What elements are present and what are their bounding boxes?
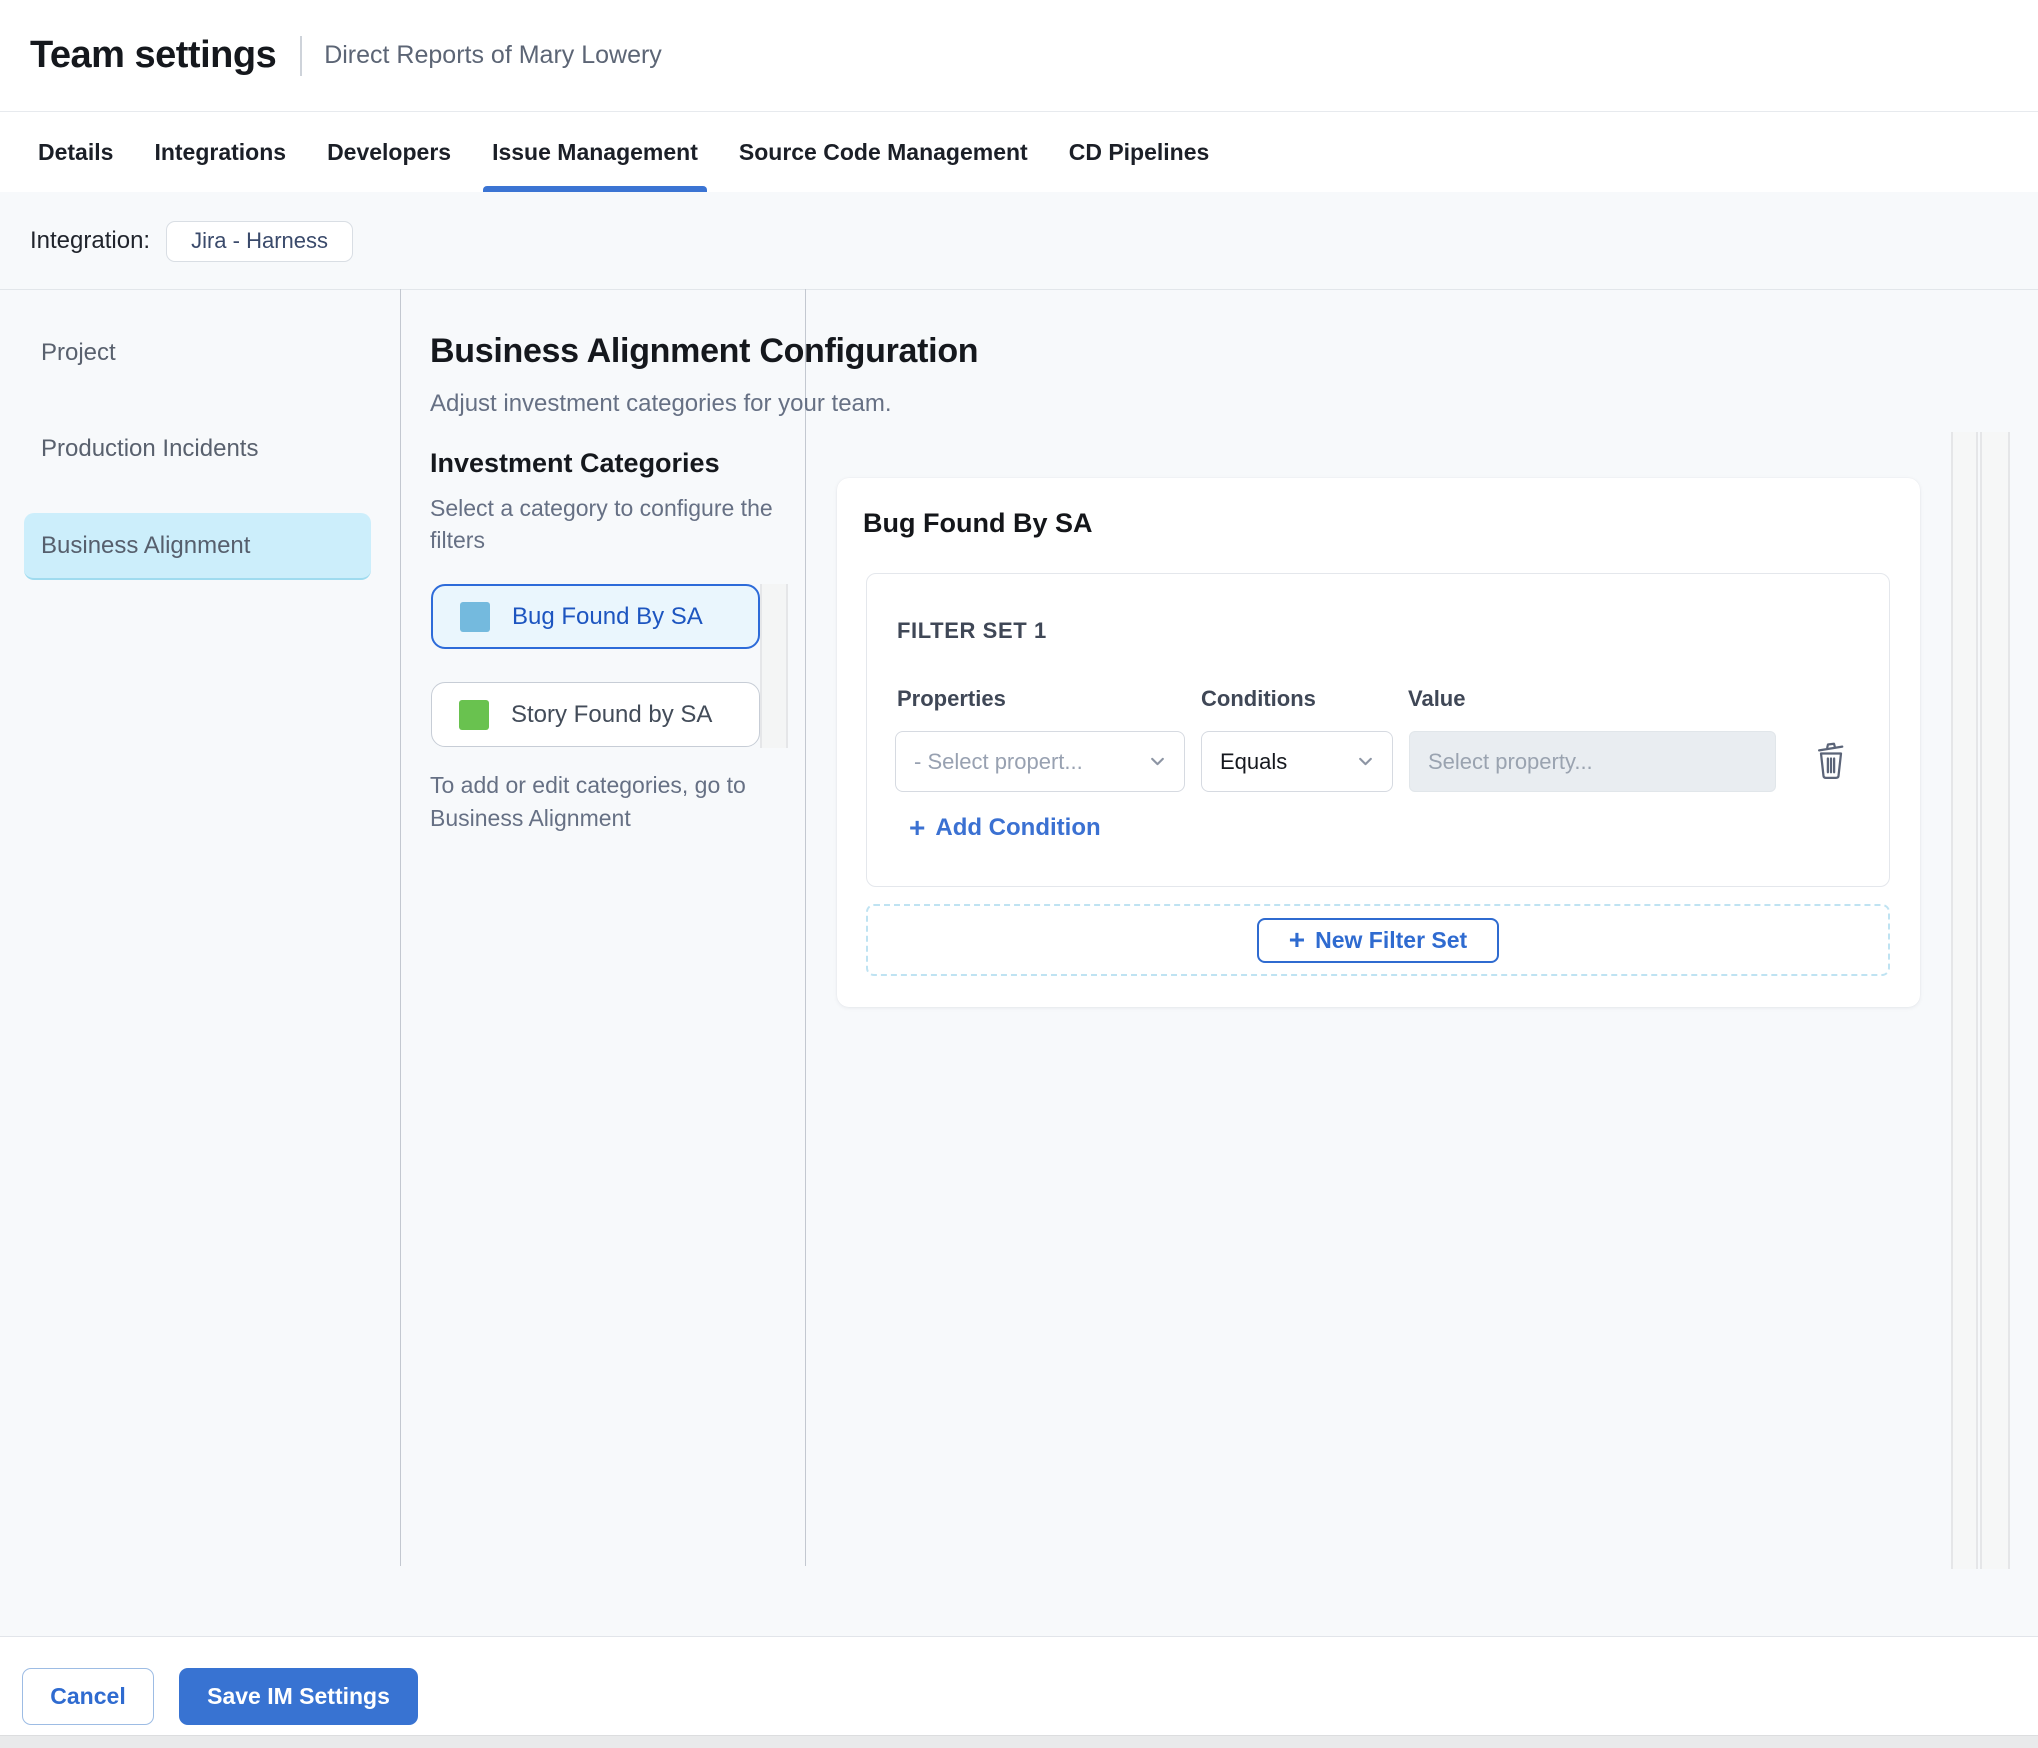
investment-categories-heading: Investment Categories (430, 448, 720, 478)
value-input[interactable] (1409, 731, 1776, 792)
column-label-conditions: Conditions (1201, 686, 1316, 711)
plus-icon: + (909, 812, 926, 843)
categories-footnote: To add or edit categories, go to Busines… (430, 772, 746, 831)
filter-set-box: FILTER SET 1 Properties Conditions Value… (866, 573, 1890, 887)
add-condition-button[interactable]: + Add Condition (909, 814, 1101, 842)
integration-chip[interactable]: Jira - Harness (166, 220, 354, 262)
footer-actionbar: Cancel Save IM Settings (0, 1636, 2038, 1748)
page-header: Team settings Direct Reports of Mary Low… (0, 0, 2038, 112)
chevron-down-icon (1151, 757, 1164, 766)
content-divider (0, 289, 2038, 290)
sidebar-item-business-alignment[interactable]: Business Alignment (24, 513, 371, 580)
category-label: Story Found by SA (511, 700, 713, 728)
filter-panel-title: Bug Found By SA (863, 508, 1093, 538)
section-title: Business Alignment Configuration (430, 332, 979, 370)
sidebar-divider (400, 289, 401, 1566)
window-bottom-edge (0, 1735, 2038, 1748)
team-name-subtitle: Direct Reports of Mary Lowery (324, 41, 662, 69)
category-label: Bug Found By SA (512, 602, 703, 630)
category-button-story-found-by-sa[interactable]: Story Found by SA (431, 682, 760, 747)
filter-panel-card: Bug Found By SA FILTER SET 1 Properties … (837, 478, 1920, 1007)
category-list-scrollbar[interactable] (760, 584, 788, 748)
condition-select-value: Equals (1220, 748, 1288, 774)
property-select[interactable]: - Select propert... (895, 731, 1185, 792)
categories-divider (805, 289, 806, 1566)
tab-details[interactable]: Details (38, 113, 113, 192)
team-settings-page: Team settings Direct Reports of Mary Low… (0, 0, 2038, 1748)
title-divider (300, 35, 303, 76)
integration-label: Integration: (30, 227, 151, 254)
tab-integrations[interactable]: Integrations (154, 113, 286, 192)
filter-set-title: FILTER SET 1 (897, 618, 1047, 643)
tab-developers[interactable]: Developers (327, 113, 451, 192)
sidebar-item-production-incidents[interactable]: Production Incidents (24, 415, 371, 482)
scrollbar-track-outer[interactable] (1980, 432, 2010, 1569)
page-title: Team settings (30, 34, 277, 76)
category-color-swatch (459, 699, 489, 730)
column-label-value: Value (1408, 686, 1466, 711)
investment-categories-hint: Select a category to configure the filte… (430, 495, 773, 553)
sidebar-item-project[interactable]: Project (24, 319, 371, 386)
category-button-bug-found-by-sa[interactable]: Bug Found By SA (431, 584, 760, 649)
cancel-button[interactable]: Cancel (22, 1668, 154, 1725)
chevron-down-icon (1359, 757, 1372, 766)
content-area: Integration: Jira - Harness Project Prod… (0, 192, 2038, 1636)
property-select-placeholder: - Select propert... (914, 748, 1083, 774)
delete-condition-button[interactable] (1807, 734, 1855, 788)
plus-icon: + (1288, 924, 1306, 955)
condition-select[interactable]: Equals (1201, 731, 1393, 792)
add-condition-label: Add Condition (935, 814, 1101, 841)
trash-icon (1818, 742, 1844, 779)
save-im-settings-button[interactable]: Save IM Settings (179, 1668, 418, 1725)
category-color-swatch (460, 601, 490, 632)
new-filter-set-label: New Filter Set (1315, 926, 1468, 953)
settings-tabbar: Details Integrations Developers Issue Ma… (0, 113, 2038, 192)
section-subtitle: Adjust investment categories for your te… (430, 390, 892, 417)
scrollbar-track-inner[interactable] (1951, 432, 1978, 1569)
tab-issue-management[interactable]: Issue Management (483, 113, 707, 192)
new-filter-set-dropzone: + New Filter Set (866, 904, 1890, 976)
integration-row: Integration: Jira - Harness (30, 220, 354, 262)
column-label-properties: Properties (897, 686, 1006, 711)
new-filter-set-button[interactable]: + New Filter Set (1257, 917, 1499, 963)
tab-cd-pipelines[interactable]: CD Pipelines (1069, 113, 1210, 192)
tab-source-code-management[interactable]: Source Code Management (739, 113, 1028, 192)
